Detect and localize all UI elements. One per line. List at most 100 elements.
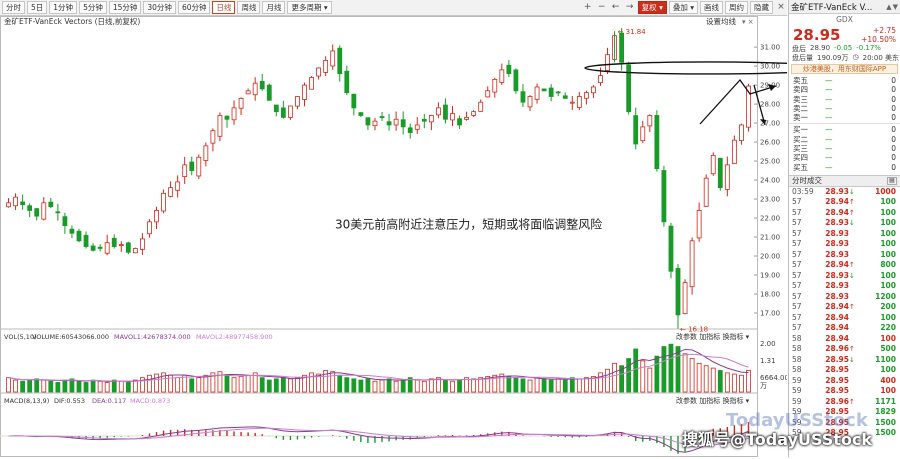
- bid-label: 买三: [793, 144, 808, 154]
- promo-banner[interactable]: 炒港美股，用东财国际APP: [791, 64, 898, 74]
- tape-direction-icon: [849, 281, 857, 292]
- candle-body: [69, 228, 75, 234]
- volume-bar: [20, 380, 26, 393]
- toolbar-right-button-2[interactable]: 画线: [700, 1, 723, 14]
- toolbar-right-button-3[interactable]: 周约: [725, 1, 748, 14]
- minus-icon[interactable]: −: [596, 2, 608, 14]
- candle-body: [245, 90, 251, 95]
- tape-time: 57: [792, 260, 802, 270]
- volume-bar: [393, 380, 399, 393]
- volume-bar: [118, 380, 124, 393]
- volume-bar: [295, 377, 300, 393]
- volume-bar: [182, 374, 188, 393]
- volume-bar: [62, 379, 68, 393]
- volume-bar: [400, 379, 406, 393]
- volume-bar: [457, 379, 462, 393]
- period-button-4[interactable]: 15分钟: [108, 1, 142, 14]
- period-button-7[interactable]: 日线: [212, 1, 236, 14]
- bid-qty: 0: [891, 153, 896, 163]
- resistance-ellipse: [584, 61, 834, 75]
- macd-legend-item: MACD(8,13,9): [4, 397, 49, 405]
- bid-label: 买四: [793, 153, 808, 163]
- candle-body: [731, 139, 737, 164]
- volume-bar: [203, 374, 209, 393]
- ask-price: —: [825, 76, 833, 85]
- candle-body: [703, 177, 709, 207]
- right-icon[interactable]: →: [624, 2, 636, 14]
- candle-body: [583, 92, 589, 99]
- tape-price: 28.94: [825, 207, 849, 217]
- volume-bar: [337, 374, 343, 393]
- bid-price: —: [825, 125, 833, 135]
- tape-row: 57 28.94 100: [789, 313, 900, 324]
- candle-body: [520, 91, 526, 103]
- tape-row: 57 28.93 1200: [789, 292, 900, 303]
- tape-direction-icon: ↑: [849, 198, 855, 207]
- toolbar-right-button-1[interactable]: 叠加 ▾: [668, 1, 698, 14]
- candle-body: [125, 242, 131, 253]
- tape-direction-icon: ↓: [849, 355, 855, 364]
- tape-volume: 100: [880, 207, 896, 217]
- tape-price: 28.94: [825, 260, 849, 270]
- candle-body: [161, 192, 166, 212]
- volume-bar: [471, 378, 477, 393]
- candle-body: [224, 115, 230, 120]
- next-security-icon[interactable]: ▼: [893, 3, 898, 11]
- candle-body: [302, 84, 307, 100]
- plus-icon[interactable]: +: [582, 2, 594, 14]
- security-name: 金矿ETF-VanEck V...: [791, 2, 873, 13]
- kline-chart-svg[interactable]: 金矿ETF-VanEck Vectors (日线,前复权) 设置均线 ▾ × 31.0…: [0, 16, 834, 457]
- tape-row: 59 28.95 100: [789, 386, 900, 397]
- volume-bar: [414, 379, 420, 393]
- period-button-3[interactable]: 5分钟: [79, 1, 107, 14]
- toolbar-right-button-0[interactable]: 复权 ▾: [637, 1, 667, 14]
- price-change: +2.75: [873, 26, 896, 35]
- candle-body: [337, 47, 343, 75]
- close-icon[interactable]: ×: [775, 2, 787, 14]
- macd-legend-item: DIF:0.553: [54, 397, 85, 405]
- tape-price: 28.95: [825, 386, 849, 396]
- candle-body: [358, 112, 364, 116]
- volume-bar: [513, 377, 519, 393]
- price-axis-label: 21.00: [760, 234, 780, 242]
- prev-security-icon[interactable]: ▲: [886, 3, 891, 11]
- trade-tape[interactable]: 03:59 28.93 ↓ 1000 57 28.94 ↑ 100 57 28.94 ↑ 100 57 2…: [789, 187, 900, 439]
- candle-body: [710, 154, 716, 175]
- ask-label: 卖三: [793, 94, 808, 104]
- volume-bar: [175, 377, 181, 393]
- ask-price: —: [825, 85, 833, 95]
- left-icon[interactable]: ←: [610, 2, 622, 14]
- tape-row: 58 28.95 100: [789, 365, 900, 376]
- period-button-1[interactable]: 5日: [27, 1, 48, 14]
- tape-row: 57 28.93 100: [789, 250, 900, 261]
- candle-body: [598, 75, 603, 83]
- tape-price: 28.95: [825, 354, 849, 364]
- volume-bar: [97, 380, 103, 393]
- price-axis-label: 22.00: [760, 215, 780, 223]
- period-button-5[interactable]: 30分钟: [143, 1, 176, 14]
- period-button-8[interactable]: 周线: [237, 1, 261, 14]
- tape-row: 57 28.93 ↓ 100: [789, 271, 900, 282]
- period-button-6[interactable]: 60分钟: [177, 1, 211, 14]
- macd-indicator-buttons: 改参数 加指标 换指标 ▾: [676, 396, 750, 405]
- bid-price: —: [825, 162, 833, 172]
- ask-qty: 0: [891, 76, 896, 85]
- bid-label: 买五: [793, 162, 808, 172]
- indicator-buttons: 改参数 加指标 换指标 ▾: [676, 332, 750, 341]
- candle-body: [562, 95, 568, 99]
- candle-body: [436, 107, 441, 116]
- candle-body: [478, 101, 484, 112]
- tape-expand-icon[interactable]: ▤: [887, 176, 897, 185]
- tape-time: 57: [792, 207, 802, 217]
- period-button-10[interactable]: 更多周期 ▾: [287, 1, 332, 14]
- kline-chart[interactable]: 金矿ETF-VanEck Vectors (日线,前复权) 设置均线 ▾ × 31.0…: [0, 16, 834, 457]
- ask-qty: 0: [891, 113, 896, 123]
- tape-time: 58: [792, 365, 802, 375]
- period-button-2[interactable]: 1分钟: [49, 1, 78, 14]
- tape-price: 28.93: [825, 218, 849, 228]
- tape-header: 分时成交 ▤: [789, 174, 900, 187]
- tape-row: 59 28.95 400: [789, 376, 900, 387]
- period-button-9[interactable]: 月线: [262, 1, 286, 14]
- toolbar-right-button-4[interactable]: 隐藏: [750, 1, 773, 14]
- period-button-0[interactable]: 分时: [2, 1, 25, 14]
